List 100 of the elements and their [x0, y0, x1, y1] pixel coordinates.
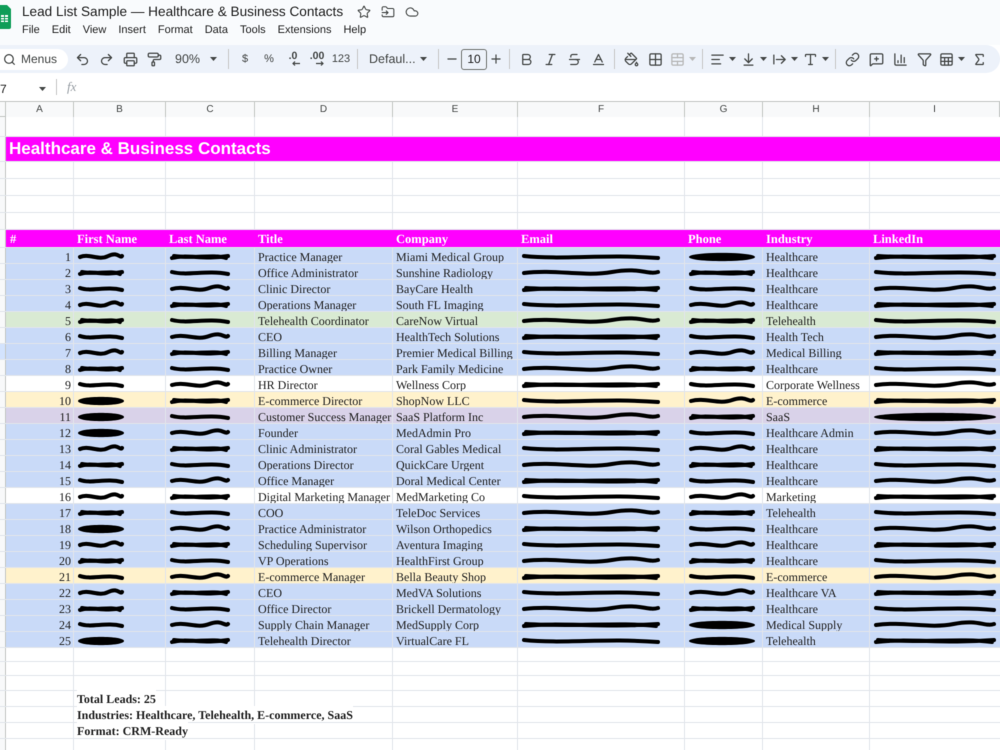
- scribble-icon: [77, 363, 125, 375]
- job-title: Office Administrator: [258, 265, 358, 282]
- scribble-icon: [77, 555, 125, 567]
- number-format-button[interactable]: %: [257, 47, 281, 71]
- job-title: Office Director: [258, 601, 332, 618]
- row-header[interactable]: [0, 536, 6, 551]
- scribble-icon: [169, 411, 231, 423]
- company-name: Park Family Medicine: [396, 361, 504, 378]
- job-title: Clinic Administrator: [258, 441, 357, 458]
- scribble-icon: [169, 507, 231, 519]
- scribble-icon: [169, 251, 231, 263]
- row-header[interactable]: [0, 117, 6, 136]
- industry-name: Telehealth: [766, 505, 816, 522]
- menu-item[interactable]: Extensions: [278, 22, 332, 36]
- caret-icon: [760, 57, 766, 61]
- row-header[interactable]: [0, 456, 6, 471]
- row-number: 8: [65, 361, 71, 378]
- row-header[interactable]: [0, 707, 6, 722]
- row-header[interactable]: [0, 196, 6, 212]
- row-header[interactable]: [0, 424, 6, 439]
- scribble-icon: [169, 363, 231, 375]
- increase-decimals-button[interactable]: .00: [305, 47, 329, 71]
- row-header[interactable]: [0, 691, 6, 706]
- row-header[interactable]: [0, 488, 6, 503]
- row-header[interactable]: [0, 328, 6, 343]
- industry-name: Medical Supply: [766, 617, 842, 634]
- zoom-dropdown[interactable]: 90%: [168, 47, 224, 71]
- number-format-button[interactable]: $: [233, 47, 257, 71]
- row-header[interactable]: [0, 632, 6, 647]
- row-header[interactable]: [0, 264, 6, 279]
- menu-search-field[interactable]: Menus: [0, 48, 68, 70]
- menu-item[interactable]: Format: [158, 22, 193, 36]
- scribble-icon: [521, 427, 661, 439]
- row-header[interactable]: [0, 568, 6, 583]
- scribble-icon: [873, 507, 997, 519]
- document-title[interactable]: Lead List Sample — Healthcare & Business Contacts: [22, 2, 344, 20]
- scribble-icon: [873, 347, 997, 359]
- menu-item[interactable]: Edit: [52, 22, 71, 36]
- row-header[interactable]: [0, 662, 6, 675]
- row-header[interactable]: [0, 213, 6, 229]
- decrease-decimals-button[interactable]: .0: [281, 47, 305, 71]
- job-title: VP Operations: [258, 553, 329, 570]
- letter-t-icon: [802, 52, 818, 66]
- menu-item[interactable]: Data: [204, 22, 228, 36]
- company-name: Doral Medical Center: [396, 473, 501, 490]
- row-header[interactable]: [0, 392, 6, 407]
- row-header[interactable]: [0, 552, 6, 567]
- spreadsheet-logo-icon[interactable]: [0, 5, 11, 29]
- row-header[interactable]: [0, 600, 6, 615]
- caret-icon: [420, 57, 427, 61]
- industry-name: Marketing: [766, 489, 816, 506]
- row-header[interactable]: [0, 472, 6, 487]
- row-header[interactable]: [0, 312, 6, 327]
- font-dropdown[interactable]: Defaul...: [362, 47, 434, 71]
- select-all-corner[interactable]: [0, 102, 6, 117]
- menu-item[interactable]: Insert: [118, 22, 146, 36]
- row-header[interactable]: [0, 648, 6, 661]
- row-header[interactable]: [0, 296, 6, 311]
- menu-item[interactable]: Tools: [240, 22, 266, 36]
- scribble-icon: [169, 395, 231, 407]
- star-button[interactable]: [355, 2, 374, 20]
- row-header[interactable]: [0, 179, 6, 195]
- scribble-icon: [873, 299, 997, 311]
- scribble-icon: [77, 571, 125, 583]
- industry-name: E-commerce: [766, 393, 828, 410]
- grid-icon: [648, 52, 662, 66]
- row-number: 16: [59, 489, 71, 506]
- row-header[interactable]: [0, 376, 6, 391]
- menu-item[interactable]: View: [82, 22, 106, 36]
- row-number: 12: [59, 425, 71, 442]
- row-header[interactable]: [0, 344, 6, 359]
- row-header[interactable]: [0, 676, 6, 690]
- scribble-icon: [77, 507, 125, 519]
- row-header[interactable]: [0, 504, 6, 519]
- row-header[interactable]: [0, 162, 6, 178]
- scribble-icon: [169, 459, 231, 471]
- name-box[interactable]: 7: [0, 78, 52, 100]
- scribble-icon: [169, 555, 231, 567]
- scribble-icon: [521, 379, 661, 391]
- row-header[interactable]: [0, 739, 6, 750]
- font-size-field[interactable]: 10: [461, 48, 487, 70]
- row-header[interactable]: [0, 248, 6, 263]
- row-header[interactable]: [0, 616, 6, 631]
- row-header[interactable]: [0, 408, 6, 423]
- row-number: 10: [59, 393, 71, 410]
- menu-item[interactable]: File: [22, 22, 40, 36]
- industry-name: Healthcare: [766, 281, 818, 298]
- row-header[interactable]: [0, 584, 6, 599]
- row-number: 24: [59, 617, 71, 634]
- row-number: 3: [65, 281, 71, 298]
- menu-item[interactable]: Help: [343, 22, 366, 36]
- row-header[interactable]: [0, 230, 6, 247]
- company-name: BayCare Health: [396, 281, 473, 298]
- row-header[interactable]: [0, 360, 6, 375]
- row-header[interactable]: [0, 723, 6, 738]
- row-header[interactable]: [0, 440, 6, 455]
- number-format-button[interactable]: 123: [329, 47, 353, 71]
- row-header[interactable]: [0, 137, 6, 161]
- row-header[interactable]: [0, 280, 6, 295]
- row-header[interactable]: [0, 520, 6, 535]
